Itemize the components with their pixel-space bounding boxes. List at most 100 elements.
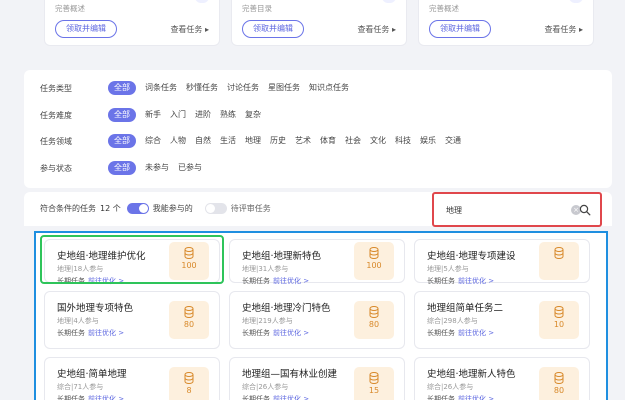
filter-chip-field-11[interactable]: 科技: [395, 134, 411, 148]
search-icon[interactable]: [579, 204, 591, 216]
go-optimize-link[interactable]: 前往优化 >: [88, 277, 124, 285]
task-card[interactable]: 史地组·地理维护优化地理|18人参与 长期任务 前往优化 > 100: [44, 239, 220, 285]
filter-chip-status-2[interactable]: 已参与: [178, 161, 202, 175]
task-type-label: 长期任务: [57, 277, 85, 285]
task-card[interactable]: 史地组·地理新特色 地理|31人参与 长期任务 前往优化 > 100: [229, 239, 405, 285]
task-card[interactable]: 史地组·地理专项建设地理|5人参与长期任务 前往优化 >: [414, 239, 590, 286]
task-type-label: 长期任务: [242, 395, 270, 400]
pending-review-toggle[interactable]: [204, 203, 227, 214]
filter-chip-type-4[interactable]: 星图任务: [268, 81, 300, 95]
task-card[interactable]: 国外地理专项特色 地理|4人参与 长期任务 前往优化 > 80: [44, 291, 220, 349]
filter-panel: 任务类型 全部 词条任务 秒懂任务 讨论任务 星图任务 知识点任务 任务难度 全部 新手 入门…: [24, 70, 612, 188]
filter-chip-difficulty-3[interactable]: 进阶: [195, 108, 211, 122]
task-title[interactable]: 史地组·地理专项建设: [427, 248, 516, 262]
filter-row-field: 任务领域 全部 综合 人物 自然 生活 地理 历史 艺术 体育 社会 文化 科技 娱乐 交通: [40, 133, 470, 149]
claim-edit-button[interactable]: 领取并编辑: [242, 20, 304, 38]
go-optimize-link[interactable]: 前往优化 >: [458, 277, 494, 285]
filter-label: 任务难度: [40, 110, 72, 120]
task-type-label: 长期任务: [427, 329, 455, 337]
go-optimize-link[interactable]: 前往优化 >: [273, 395, 309, 400]
task-card[interactable]: 史地组·地理冷门特色 地理|219人参与 长期任务 前往优化 > 80: [229, 291, 405, 349]
claim-edit-button[interactable]: 领取并编辑: [429, 20, 491, 38]
top-card-desc: 完善概述: [429, 4, 459, 13]
view-task-link[interactable]: 查看任务 ▸: [544, 24, 583, 35]
task-type-label: 长期任务: [427, 395, 455, 400]
task-title[interactable]: 史地组·简单地理: [57, 366, 127, 380]
reward-amount: 15: [368, 386, 380, 395]
filter-row-difficulty: 任务难度 全部 新手 入门 进阶 熟练 复杂: [40, 107, 270, 123]
claim-edit-button[interactable]: 领取并编辑: [55, 20, 117, 38]
task-meta: 综合|298人参与: [427, 317, 478, 325]
filter-chip-status-1[interactable]: 未参与: [145, 161, 169, 175]
filter-chip-field-13[interactable]: 交通: [445, 134, 461, 148]
filter-chip-difficulty-1[interactable]: 新手: [145, 108, 161, 122]
task-title[interactable]: 地理组简单任务二: [427, 300, 503, 314]
filter-chip-type-0[interactable]: 全部: [108, 81, 136, 95]
coin-icon: [184, 372, 194, 384]
task-title[interactable]: 史地组·地理冷门特色: [242, 300, 331, 314]
filter-chip-difficulty-5[interactable]: 复杂: [245, 108, 261, 122]
coin-icon: [554, 372, 564, 384]
filter-chip-field-7[interactable]: 艺术: [295, 134, 311, 148]
task-type: 长期任务 前往优化 >: [427, 394, 494, 400]
task-title[interactable]: 史地组·地理新人特色: [427, 366, 516, 380]
task-card[interactable]: 地理组—国有林业创建 综合|26人参与 长期任务 前往优化 > 15: [229, 357, 405, 400]
filter-chip-type-5[interactable]: 知识点任务: [309, 81, 349, 95]
reward-badge: 100: [169, 242, 209, 280]
filter-chip-field-6[interactable]: 历史: [270, 134, 286, 148]
filter-chip-field-12[interactable]: 娱乐: [420, 134, 436, 148]
filter-chip-difficulty-2[interactable]: 入门: [170, 108, 186, 122]
filter-chip-field-8[interactable]: 体育: [320, 134, 336, 148]
filter-chip-status-0[interactable]: 全部: [108, 161, 136, 175]
top-card-1: 完善概述 领取并编辑 查看任务 ▸: [44, 0, 220, 46]
filter-chip-difficulty-4[interactable]: 熟练: [220, 108, 236, 122]
go-optimize-link[interactable]: 前往优化 >: [88, 395, 124, 400]
filter-chip-difficulty-0[interactable]: 全部: [108, 108, 136, 122]
go-optimize-link[interactable]: 前往优化 >: [88, 329, 124, 337]
filter-chip-field-0[interactable]: 全部: [108, 134, 136, 148]
filter-chip-field-9[interactable]: 社会: [345, 134, 361, 148]
task-title[interactable]: 史地组·地理维护优化: [57, 248, 146, 262]
reward-amount: 80: [183, 320, 195, 329]
task-title[interactable]: 国外地理专项特色: [57, 300, 133, 314]
task-type: 长期任务 前往优化 >: [57, 328, 124, 338]
task-title[interactable]: 地理组—国有林业创建: [242, 366, 337, 380]
coin-icon: [554, 247, 564, 259]
go-optimize-link[interactable]: 前往优化 >: [273, 277, 309, 285]
go-optimize-link[interactable]: 前往优化 >: [273, 329, 309, 337]
joinable-toggle[interactable]: [126, 203, 149, 214]
reward-badge: [539, 242, 579, 280]
filter-chip-field-10[interactable]: 文化: [370, 134, 386, 148]
task-card[interactable]: 史地组·地理新人特色 综合|26人参与 长期任务 前往优化 > 80: [414, 357, 590, 400]
filter-chip-type-1[interactable]: 词条任务: [145, 81, 177, 95]
task-meta: 综合|26人参与: [427, 383, 474, 391]
task-meta: 地理|18人参与: [57, 265, 104, 273]
filter-chip-field-1[interactable]: 综合: [145, 134, 161, 148]
task-card[interactable]: 史地组·简单地理 综合|71人参与 长期任务 前往优化 > 8: [44, 357, 220, 400]
filter-label: 参与状态: [40, 163, 72, 173]
go-optimize-link[interactable]: 前往优化 >: [458, 329, 494, 337]
filter-chip-field-4[interactable]: 生活: [220, 134, 236, 148]
filter-chip-type-3[interactable]: 讨论任务: [227, 81, 259, 95]
corner-tag: [382, 0, 396, 3]
reward-amount: 80: [368, 320, 380, 329]
task-meta: 地理|5人参与: [427, 265, 469, 273]
filter-chip-type-2[interactable]: 秒懂任务: [186, 81, 218, 95]
filter-label: 任务类型: [40, 83, 72, 93]
view-task-link[interactable]: 查看任务 ▸: [357, 24, 396, 35]
filter-chip-field-3[interactable]: 自然: [195, 134, 211, 148]
filter-chip-field-5[interactable]: 地理: [245, 134, 261, 148]
view-task-link[interactable]: 查看任务 ▸: [170, 24, 209, 35]
go-optimize-link[interactable]: 前往优化 >: [458, 395, 494, 400]
task-type-label: 长期任务: [242, 277, 270, 285]
reward-amount: 100: [181, 261, 197, 270]
task-title[interactable]: 史地组·地理新特色: [242, 248, 321, 262]
task-type: 长期任务 前往优化 >: [427, 276, 494, 286]
reward-badge: 10: [539, 301, 579, 339]
results-bar: 符合条件的任务 12 个 我能参与的 待评审任务: [40, 203, 281, 214]
reward-amount: 100: [366, 261, 382, 270]
task-card[interactable]: 地理组简单任务二综合|298人参与 长期任务 前往优化 > 10: [414, 291, 590, 349]
coin-icon: [184, 306, 194, 318]
search-input[interactable]: [446, 203, 556, 217]
filter-chip-field-2[interactable]: 人物: [170, 134, 186, 148]
